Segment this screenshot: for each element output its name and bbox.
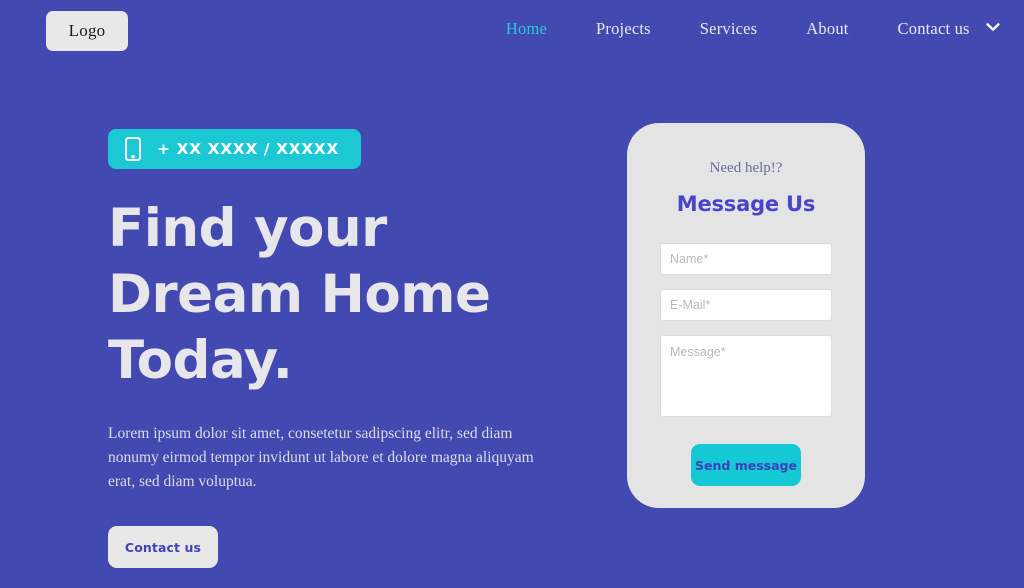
- card-title: Message Us: [676, 192, 816, 216]
- logo[interactable]: Logo: [46, 11, 128, 51]
- nav-item-contact-us[interactable]: Contact us: [898, 19, 1000, 39]
- chevron-down-icon[interactable]: [986, 23, 1000, 32]
- phone-badge[interactable]: + XX XXXX / XXXXX: [108, 129, 361, 169]
- send-message-button[interactable]: Send message: [691, 444, 801, 486]
- card-eyebrow-label: Need help!?: [709, 160, 783, 176]
- nav-item-home[interactable]: Home: [506, 19, 547, 39]
- email-input[interactable]: [660, 289, 832, 321]
- mobile-phone-icon: [125, 137, 141, 161]
- hero-description: Lorem ipsum dolor sit amet, consetetur s…: [108, 425, 534, 490]
- message-us-card: Need help!? Message Us Send message: [627, 123, 865, 508]
- phone-number-label: + XX XXXX / XXXXX: [157, 140, 339, 158]
- nav-item-about[interactable]: About: [806, 19, 848, 39]
- nav-item-projects[interactable]: Projects: [596, 19, 651, 39]
- main-navigation: Home Projects Services About Contact us: [506, 19, 1000, 39]
- nav-item-contact-us-label: Contact us: [897, 19, 970, 38]
- nav-item-services[interactable]: Services: [700, 19, 758, 39]
- message-textarea[interactable]: [660, 335, 832, 417]
- logo-label: Logo: [68, 21, 106, 40]
- name-input[interactable]: [660, 243, 832, 275]
- contact-us-button[interactable]: Contact us: [108, 526, 218, 568]
- site-header: Logo Home Projects Services About Contac…: [0, 0, 1024, 62]
- hero-section: + XX XXXX / XXXXX Find your Dream Home T…: [108, 129, 578, 568]
- page-title: Find your Dream Home Today.: [108, 198, 491, 391]
